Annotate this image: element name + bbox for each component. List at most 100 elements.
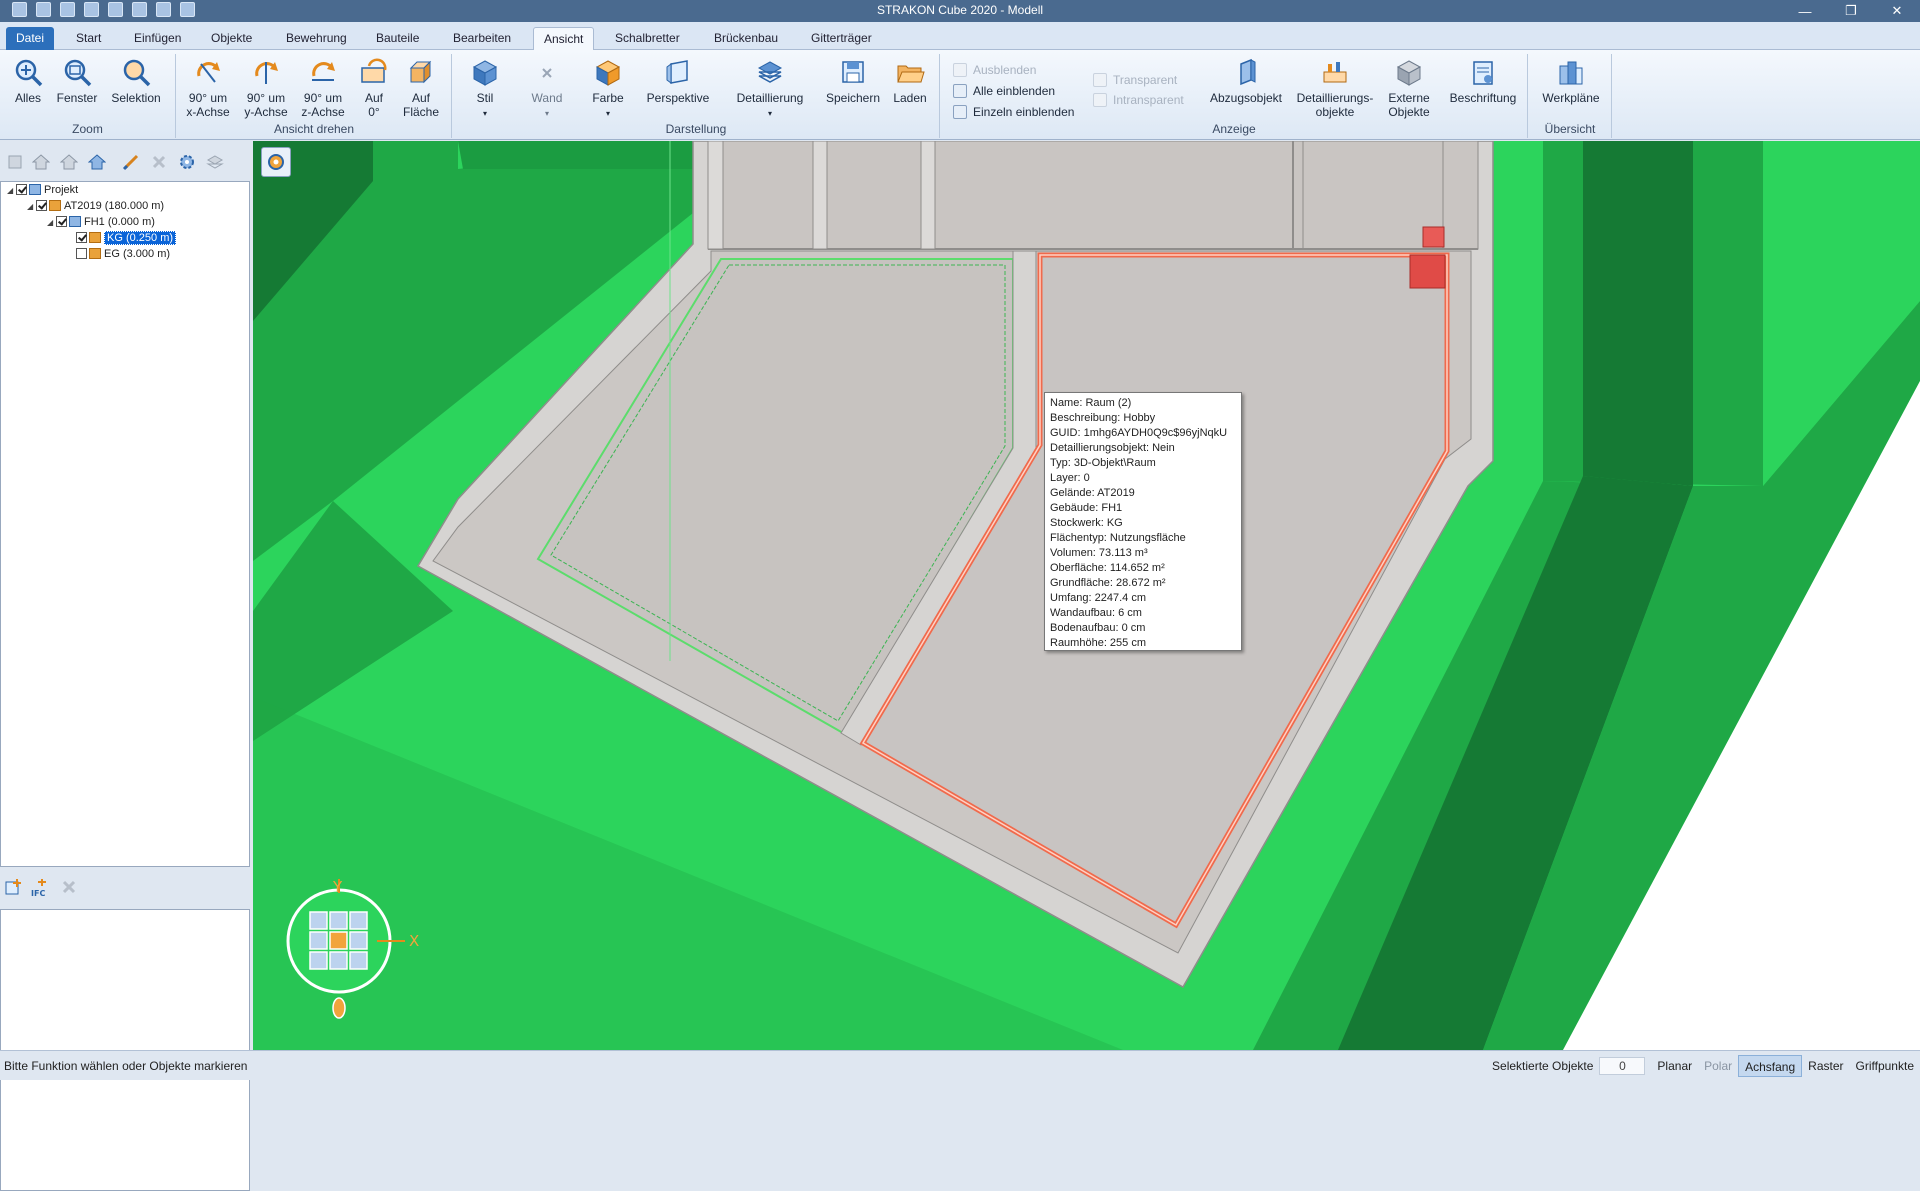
house-up-icon[interactable] — [59, 153, 79, 171]
toggle-achsfang[interactable]: Achsfang — [1738, 1055, 1803, 1077]
layers-icon[interactable] — [206, 153, 224, 171]
tree-node-gebaeude[interactable]: ◢ FH1 (0.000 m) — [47, 214, 155, 230]
zoom-selection-button[interactable]: Selektion — [108, 58, 164, 105]
toggle-raster[interactable]: Raster — [1802, 1055, 1849, 1077]
tab-bearbeiten[interactable]: Bearbeiten — [443, 27, 521, 50]
deduction-object-button[interactable]: Abzugsobjekt — [1206, 58, 1286, 105]
wall-button[interactable]: Wand ▾ — [525, 58, 569, 121]
zoom-all-icon — [15, 59, 43, 87]
detail-button[interactable]: Detaillierung ▾ — [731, 58, 809, 121]
tree-node-gelaende[interactable]: ◢ AT2019 (180.000 m) — [27, 198, 164, 214]
work-plans-icon — [1559, 61, 1583, 85]
title-bar: STRAKON Cube 2020 - Modell — ❐ ✕ — [0, 0, 1920, 22]
style-button[interactable]: Stil ▾ — [463, 58, 507, 121]
group-label-darstellung: Darstellung — [665, 122, 727, 136]
tree-checkbox[interactable] — [76, 232, 87, 243]
tab-start[interactable]: Start — [66, 27, 111, 50]
tooltip-layer: Layer: 0 — [1050, 472, 1090, 484]
edit-pencil-icon[interactable] — [122, 153, 140, 171]
group-uebersicht: Werkpläne Übersicht — [1529, 54, 1612, 138]
group-label-anzeige: Anzeige — [1212, 122, 1256, 136]
toggle-polar[interactable]: Polar — [1698, 1055, 1738, 1077]
show-single-button[interactable]: Einzeln einblenden — [951, 104, 1074, 120]
tooltip-name: Name: Raum (2) — [1050, 397, 1132, 409]
ifc-import-icon[interactable]: IFC — [30, 878, 52, 901]
tree-node-projekt[interactable]: ◢ Projekt — [7, 182, 78, 198]
save-view-button[interactable]: Speichern — [823, 58, 883, 105]
zoom-all-button[interactable]: Alles — [10, 58, 46, 105]
maximize-button[interactable]: ❐ — [1828, 0, 1874, 22]
tree-node-eg[interactable]: EG (3.000 m) — [76, 246, 170, 262]
group-anzeige: Ausblenden Alle einblenden Einzeln einbl… — [941, 54, 1528, 138]
rotate-z-button[interactable]: 90° um z-Achse — [298, 58, 348, 119]
wall-x-icon — [542, 68, 552, 78]
tooltip-building: Gebäude: FH1 — [1050, 502, 1123, 514]
tab-gittertraeger[interactable]: Gitterträger — [801, 27, 882, 50]
rotate-y-button[interactable]: 90° um y-Achse — [241, 58, 291, 119]
perspective-icon — [666, 60, 688, 84]
tab-ansicht[interactable]: Ansicht — [533, 27, 595, 50]
perspective-button[interactable]: Perspektive — [643, 58, 713, 105]
tree-checkbox[interactable] — [16, 184, 27, 195]
collapse-icon[interactable]: ◢ — [7, 183, 16, 199]
building-icon — [69, 216, 81, 227]
collapse-icon[interactable]: ◢ — [27, 199, 36, 215]
project-icon — [29, 184, 41, 195]
external-objects-button[interactable]: Externe Objekte — [1381, 58, 1437, 119]
view-face-icon — [409, 60, 432, 84]
group-zoom: Alles Fenster Selektion Zoom — [0, 54, 176, 138]
tree-node-kg[interactable]: KG (0.250 m) — [76, 230, 177, 246]
color-cube-icon — [595, 60, 621, 86]
delete-icon[interactable] — [150, 153, 168, 171]
intransparent-button[interactable]: Intransparent — [1091, 92, 1184, 108]
folder-open-icon — [897, 65, 925, 83]
hide-icon — [953, 63, 967, 77]
zoom-window-icon — [64, 59, 92, 87]
house-icon[interactable] — [31, 153, 51, 171]
labeling-button[interactable]: Beschriftung — [1444, 58, 1522, 105]
tab-schalbretter[interactable]: Schalbretter — [605, 27, 690, 50]
house-blue-icon[interactable] — [87, 153, 107, 171]
floor-icon — [89, 232, 101, 243]
tab-bewehrung[interactable]: Bewehrung — [276, 27, 357, 50]
work-plans-button[interactable]: Werkpläne — [1539, 58, 1603, 105]
detail-objects-button[interactable]: Detaillierungs-objekte — [1293, 58, 1377, 119]
status-prompt: Bitte Funktion wählen oder Objekte marki… — [4, 1059, 248, 1073]
view-zero-button[interactable]: Auf 0° — [354, 58, 394, 119]
settings-gear-icon[interactable] — [178, 153, 196, 171]
close-button[interactable]: ✕ — [1874, 0, 1920, 22]
tab-objekte[interactable]: Objekte — [201, 27, 262, 50]
tooltip-area-type: Flächentyp: Nutzungsfläche — [1050, 532, 1186, 544]
transparent-button[interactable]: Transparent — [1091, 72, 1177, 88]
hide-button[interactable]: Ausblenden — [951, 62, 1036, 78]
tree-checkbox[interactable] — [36, 200, 47, 211]
detail-layers-icon — [757, 61, 783, 83]
new-level-icon[interactable] — [6, 153, 24, 171]
tab-bauteile[interactable]: Bauteile — [366, 27, 429, 50]
collapse-icon[interactable]: ◢ — [47, 215, 56, 231]
toggle-planar[interactable]: Planar — [1651, 1055, 1698, 1077]
zoom-window-button[interactable]: Fenster — [54, 58, 100, 105]
remove-icon[interactable] — [60, 878, 78, 899]
load-view-button[interactable]: Laden — [889, 58, 931, 105]
axis-label-y: Y — [333, 878, 343, 896]
add-list-icon[interactable] — [4, 878, 22, 899]
tooltip-surface: Oberfläche: 114.652 m² — [1050, 562, 1165, 574]
tab-einfuegen[interactable]: Einfügen — [124, 27, 191, 50]
view-face-button[interactable]: Auf Fläche — [399, 58, 443, 119]
detail-objects-icon — [1323, 62, 1347, 83]
tooltip-perimeter: Umfang: 2247.4 cm — [1050, 592, 1146, 604]
toggle-griffpunkte[interactable]: Griffpunkte — [1850, 1055, 1920, 1077]
tree-checkbox[interactable] — [76, 248, 87, 259]
zoom-selection-icon — [123, 59, 151, 87]
tooltip-type: Typ: 3D-Objekt\Raum — [1050, 457, 1156, 469]
tab-datei[interactable]: Datei — [6, 27, 55, 50]
rotate-x-button[interactable]: 90° um x-Achse — [183, 58, 233, 119]
minimize-button[interactable]: — — [1782, 0, 1828, 22]
tree-checkbox[interactable] — [56, 216, 67, 227]
rotate-x-icon — [197, 62, 220, 83]
show-all-button[interactable]: Alle einblenden — [951, 83, 1055, 99]
tab-brueckenbau[interactable]: Brückenbau — [704, 27, 788, 50]
color-button[interactable]: Farbe ▾ — [586, 58, 630, 121]
viewport-settings-button[interactable] — [261, 147, 291, 177]
